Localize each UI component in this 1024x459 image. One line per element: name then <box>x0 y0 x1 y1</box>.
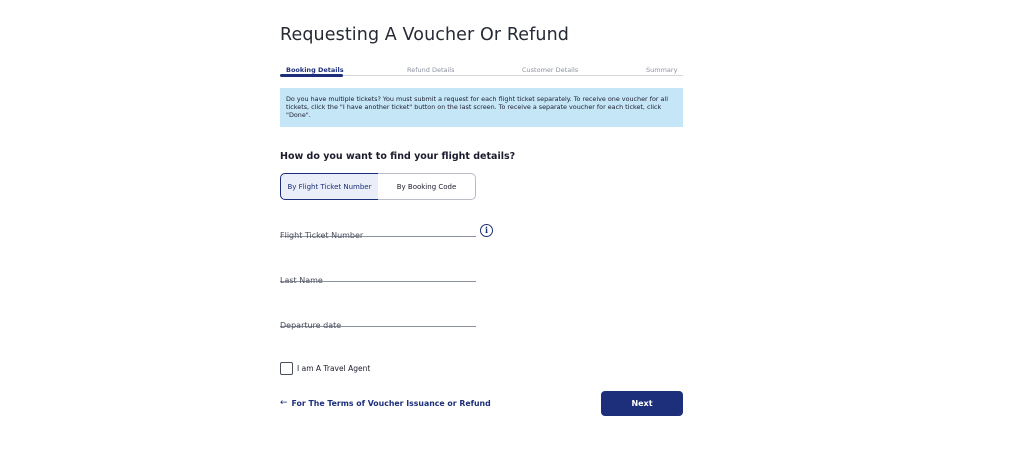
flight-ticket-number-field <box>280 223 476 242</box>
departure-date-input[interactable] <box>280 319 476 332</box>
step-booking-details[interactable]: Booking Details <box>286 66 344 74</box>
travel-agent-checkbox[interactable] <box>280 362 293 375</box>
flight-ticket-number-input[interactable] <box>280 229 476 242</box>
by-booking-code-option[interactable]: By Booking Code <box>378 173 476 200</box>
arrow-left-icon: ← <box>280 398 288 408</box>
info-icon[interactable]: i <box>480 224 493 237</box>
terms-link[interactable]: ← For The Terms of Voucher Issuance or R… <box>280 398 491 408</box>
last-name-input[interactable] <box>280 274 476 287</box>
step-refund-details[interactable]: Refund Details <box>407 66 454 74</box>
active-step-indicator <box>280 74 343 77</box>
travel-agent-label[interactable]: I am A Travel Agent <box>297 364 370 373</box>
terms-link-label: For The Terms of Voucher Issuance or Ref… <box>291 398 491 408</box>
search-method-question: How do you want to find your flight deta… <box>280 151 516 162</box>
multiple-tickets-notice: Do you have multiple tickets? You must s… <box>280 88 683 127</box>
departure-date-field <box>280 313 476 332</box>
page-title: Requesting A Voucher Or Refund <box>280 25 570 45</box>
progress-steps: Booking Details Refund Details Customer … <box>280 64 683 77</box>
step-summary[interactable]: Summary <box>646 66 677 74</box>
next-button[interactable]: Next <box>601 391 683 416</box>
step-customer-details[interactable]: Customer Details <box>522 66 578 74</box>
by-flight-ticket-number-option[interactable]: By Flight Ticket Number <box>280 173 379 200</box>
last-name-field <box>280 268 476 287</box>
